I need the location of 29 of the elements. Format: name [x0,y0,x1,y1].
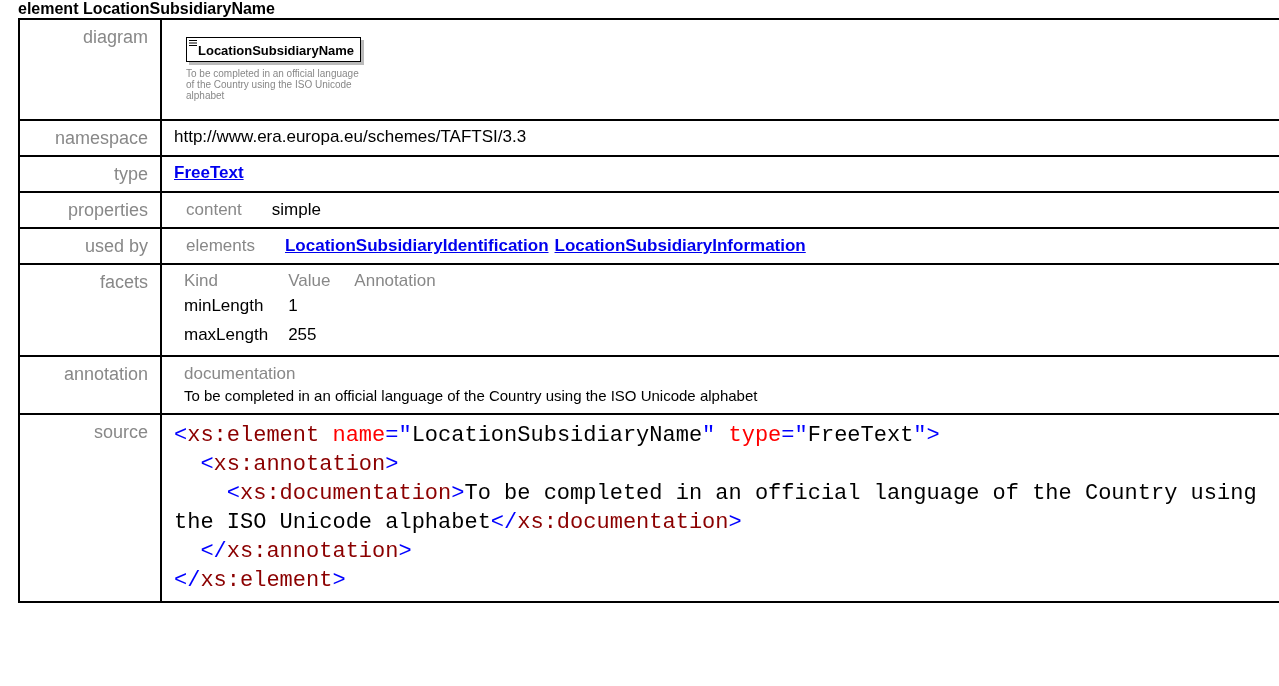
row-label: source [93,422,148,442]
usage-key: elements [186,235,255,257]
type-link[interactable]: FreeText [174,163,244,182]
column-header: Value [288,271,331,290]
row-label: used by [84,236,148,256]
row-label: facets [99,272,148,292]
namespace-value: http://www.era.europa.eu/schemes/TAFTSI/3.3 [174,127,527,146]
table-cell: 1 [288,296,298,315]
annotation-text: To be completed in an official language of the Country using the ISO Unicode alphabet [184,386,759,406]
table-cell: maxLength [184,325,269,344]
row-label: namespace [54,128,148,148]
table-cell: 255 [288,325,317,344]
row-label: diagram [82,27,148,47]
source-code: <xs:element name="LocationSubsidiaryName" type="FreeText"> <xs:annotation> <xs:documentation>To be completed in an official language of the Country using the ISO Unicode alphabet</xs:documentation> </xs:annotation> </xs:element> [174,422,1258,595]
column-header: Annotation [354,271,436,290]
annotation-key: documentation [184,363,1279,385]
property-value: simple [271,199,321,221]
column-header: Kind [184,271,219,290]
element-description: To be completed in an official language of the Country using the ISO Unicode alphabet [186,68,360,101]
element-box: LocationSubsidiaryName [186,37,362,62]
element-link[interactable]: LocationSubsidiaryInformation [554,235,806,257]
table-cell: minLength [184,296,264,315]
element-link[interactable]: LocationSubsidiaryIdentification [285,235,549,257]
property-key: content [186,199,242,221]
lines-icon [189,40,197,47]
row-label: annotation [63,364,148,384]
page-heading: element LocationSubsidiaryName [18,0,276,18]
row-label: type [113,164,148,184]
row-label: properties [67,200,148,220]
